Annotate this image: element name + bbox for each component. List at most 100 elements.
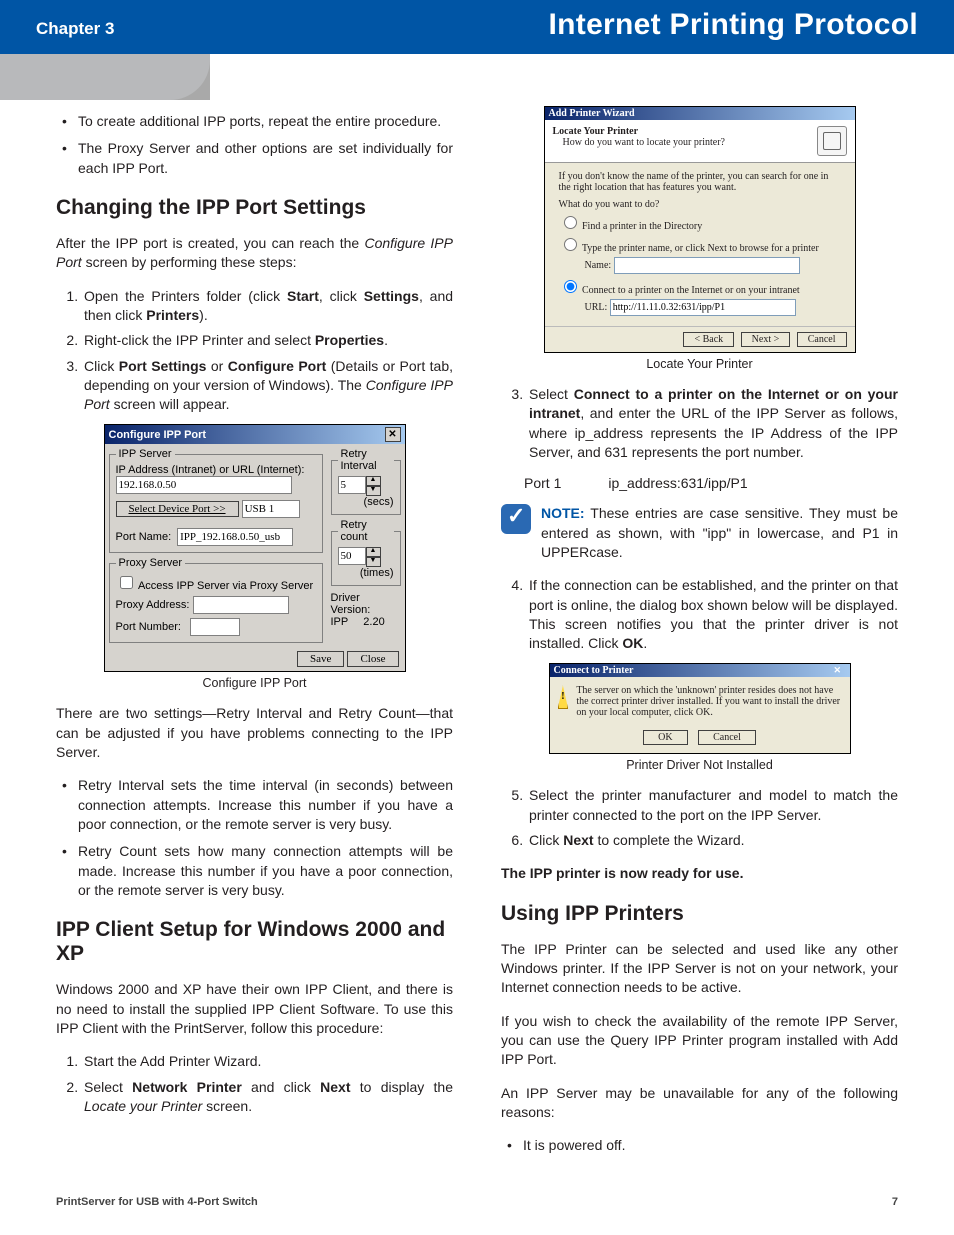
port-name-input[interactable] <box>177 528 293 546</box>
right-step-3: Select Connect to a printer on the Inter… <box>527 385 898 462</box>
r3-pre: Select <box>529 386 574 402</box>
changing-intro-a: After the IPP port is created, you can r… <box>56 235 364 251</box>
chevron-down-icon[interactable]: ▼ <box>366 486 381 496</box>
retry-interval-units: (secs) <box>338 496 394 508</box>
retry-bullet-1: Retry Interval sets the time interval (i… <box>78 776 453 834</box>
printer-name-label: Name: <box>585 260 612 271</box>
checkmark-icon <box>501 504 531 534</box>
radio-type-name[interactable]: Type the printer name, or click Next to … <box>559 235 841 254</box>
radio-find-directory-input[interactable] <box>564 216 577 229</box>
page-footer: PrintServer for USB with 4-Port Switch 7 <box>0 1176 954 1232</box>
driver-version-value: IPP 2.20 <box>331 616 401 628</box>
figure-caption-driver: Printer Driver Not Installed <box>501 758 898 772</box>
proxy-address-label: Proxy Address: <box>116 599 190 611</box>
cancel-button[interactable]: Cancel <box>797 332 847 347</box>
intro-bullets: To create additional IPP ports, repeat t… <box>56 112 453 178</box>
s3-b1: Port Settings <box>119 358 207 374</box>
chevron-up-icon[interactable]: ▲ <box>366 476 381 486</box>
s2-b1: Properties <box>315 332 384 348</box>
save-button[interactable]: Save <box>297 651 344 667</box>
r6-a: Click <box>529 832 563 848</box>
cs2-mid: and click <box>242 1079 320 1095</box>
s1-mid1: , click <box>319 288 364 304</box>
retry-bullets: Retry Interval sets the time interval (i… <box>56 776 453 900</box>
chevron-up-icon[interactable]: ▲ <box>366 547 381 557</box>
right-steps-4: If the connection can be established, an… <box>501 576 898 653</box>
group-retry-interval: Retry Interval ▲▼ (secs) <box>331 448 401 515</box>
right-step-6: Click Next to complete the Wizard. <box>527 831 898 850</box>
retry-count-spinner[interactable]: ▲▼ <box>338 547 381 567</box>
client-step-2: Select Network Printer and click Next to… <box>82 1078 453 1117</box>
s3-pre: Click <box>84 358 119 374</box>
s1-b1: Start <box>287 288 319 304</box>
proxy-checkbox-row[interactable]: Access IPP Server via Proxy Server <box>116 573 316 592</box>
retry-interval-input[interactable] <box>338 476 366 494</box>
url-input[interactable] <box>610 299 796 316</box>
dialog-title: Configure IPP Port <box>109 429 207 441</box>
warning-icon <box>558 685 569 709</box>
right-step-4: If the connection can be established, an… <box>527 576 898 653</box>
changing-steps: Open the Printers folder (click Start, c… <box>56 287 453 415</box>
cancel-button[interactable]: Cancel <box>698 730 756 745</box>
wizard-heading: Locate Your Printer <box>553 126 639 137</box>
device-port-field[interactable] <box>242 500 300 518</box>
driver-version-label: Driver Version: <box>331 592 401 616</box>
cs2-posta: to display the <box>351 1079 454 1095</box>
s1-post: ). <box>199 307 208 323</box>
select-device-port-button[interactable]: Select Device Port >> <box>116 501 239 517</box>
group-proxy-server-label: Proxy Server <box>116 557 186 569</box>
back-button[interactable]: < Back <box>683 332 734 347</box>
printer-name-input[interactable] <box>614 257 800 274</box>
printer-icon <box>817 126 847 156</box>
url-label: URL: <box>585 302 608 313</box>
group-retry-count: Retry count ▲▼ (times) <box>331 519 401 586</box>
client-step-1: Start the Add Printer Wizard. <box>82 1052 453 1071</box>
proxy-checkbox[interactable] <box>120 576 133 589</box>
cs2-pre: Select <box>84 1079 132 1095</box>
port-label: Port 1 <box>523 474 605 492</box>
right-steps-5-6: Select the printer manufacturer and mode… <box>501 786 898 850</box>
s3-mid1: or <box>206 358 227 374</box>
client-intro: Windows 2000 and XP have their own IPP C… <box>56 980 453 1038</box>
proxy-address-input[interactable] <box>193 596 289 614</box>
radio-connect-internet-input[interactable] <box>564 280 577 293</box>
using-bullets: It is powered off. <box>501 1136 898 1155</box>
chevron-down-icon[interactable]: ▼ <box>366 557 381 567</box>
ip-address-input[interactable] <box>116 476 292 494</box>
retry-interval-spinner[interactable]: ▲▼ <box>338 476 381 496</box>
radio-type-name-input[interactable] <box>564 238 577 251</box>
wizard-titlebar: Add Printer Wizard <box>545 107 855 120</box>
s1-pre: Open the Printers folder (click <box>84 288 287 304</box>
ok-button[interactable]: OK <box>643 730 687 745</box>
proxy-checkbox-label: Access IPP Server via Proxy Server <box>138 580 313 592</box>
radio-connect-internet[interactable]: Connect to a printer on the Internet or … <box>559 277 841 296</box>
r6-b: Next <box>563 832 593 848</box>
heading-ipp-client-setup: IPP Client Setup for Windows 2000 and XP <box>56 918 453 966</box>
next-button[interactable]: Next > <box>741 332 791 347</box>
s1-b3: Printers <box>146 307 199 323</box>
note-label: NOTE: <box>541 505 585 521</box>
retry-bullet-2: Retry Count sets how many connection att… <box>78 842 453 900</box>
close-button[interactable]: Close <box>347 651 398 667</box>
s2-post: . <box>384 332 388 348</box>
heading-changing-ipp-port: Changing the IPP Port Settings <box>56 196 453 220</box>
close-icon[interactable]: ✕ <box>834 665 846 676</box>
ip-label: IP Address (Intranet) or URL (Internet): <box>116 464 316 476</box>
footer-product: PrintServer for USB with 4-Port Switch <box>56 1196 258 1208</box>
s2-pre: Right-click the IPP Printer and select <box>84 332 315 348</box>
heading-using-ipp-printers: Using IPP Printers <box>501 902 898 926</box>
close-icon[interactable]: ✕ <box>385 427 401 442</box>
proxy-port-label: Port Number: <box>116 621 181 633</box>
proxy-port-input[interactable] <box>190 618 240 636</box>
radio-find-directory-label: Find a printer in the Directory <box>582 221 702 232</box>
using-p1: The IPP Printer can be selected and used… <box>501 940 898 998</box>
note-text: NOTE: These entries are case sensitive. … <box>541 504 898 562</box>
radio-find-directory[interactable]: Find a printer in the Directory <box>559 213 841 232</box>
left-column: To create additional IPP ports, repeat t… <box>56 106 453 1166</box>
figure-caption-locate: Locate Your Printer <box>501 357 898 371</box>
connect-to-printer-dialog: Connect to Printer✕ The server on which … <box>549 663 851 754</box>
s3-b2: Configure Port <box>228 358 327 374</box>
retry-count-input[interactable] <box>338 547 366 565</box>
page-body: To create additional IPP ports, repeat t… <box>0 100 954 1176</box>
cs2-b2: Next <box>320 1079 350 1095</box>
